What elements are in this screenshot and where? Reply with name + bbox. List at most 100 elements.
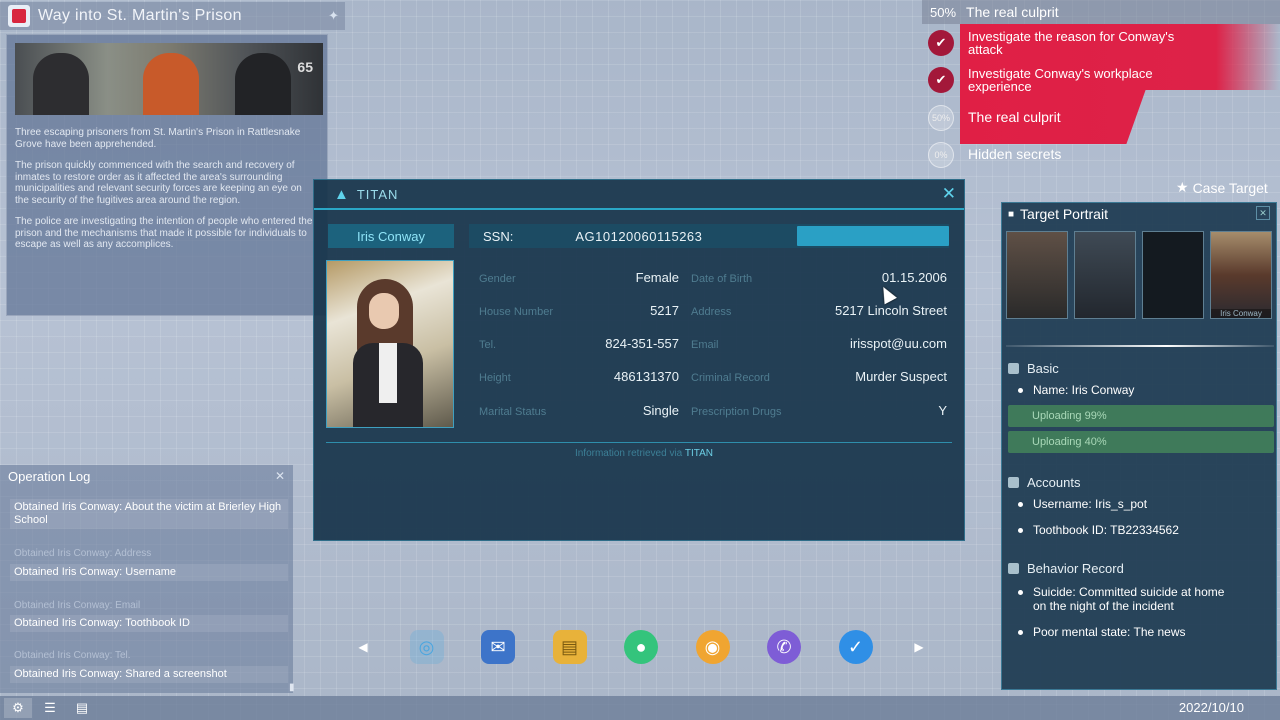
field-label: House Number — [479, 306, 553, 318]
pin-icon[interactable]: ✦ — [328, 8, 339, 24]
section-header[interactable]: Behavior Record — [1008, 557, 1274, 579]
objective-progress-badge: 0% — [928, 142, 954, 168]
upload-status: Uploading 99% — [1008, 405, 1274, 427]
field-label: Email — [691, 339, 719, 351]
field-value: 824-351-557 — [605, 336, 679, 351]
news-paragraph: The prison quickly commenced with the se… — [15, 160, 302, 206]
field-height: Height 486131370 — [479, 369, 679, 387]
dock-left-arrow-icon[interactable]: ◀ — [354, 640, 372, 654]
log-entry: Obtained Iris Conway: Address — [14, 548, 152, 559]
field-value: 01.15.2006 — [881, 270, 947, 285]
ssn-highlight-bar — [797, 226, 949, 246]
objective-progress-badge: 50% — [928, 105, 954, 131]
ssn-value: AG10120060115263 — [575, 228, 703, 244]
mail-app-icon[interactable]: ✉ — [481, 630, 515, 664]
field-label: Address — [691, 306, 732, 318]
scroll-caret-icon[interactable]: ▮ — [289, 682, 295, 693]
figure-prisoner — [143, 53, 199, 115]
section-title: Basic — [1027, 360, 1059, 376]
star-icon: ★ — [1176, 179, 1189, 195]
thumb-name: Iris Conway — [1211, 309, 1271, 318]
footer-link[interactable]: TITAN — [685, 448, 713, 459]
phone-app-icon[interactable]: ✆ — [767, 630, 801, 664]
field-value: 5217 Lincoln Street — [834, 303, 947, 318]
start-gear-icon[interactable]: ⚙ — [4, 698, 32, 718]
notes-app-icon[interactable]: ▤ — [552, 630, 587, 664]
field-gender: Gender Female — [479, 270, 679, 288]
section-header[interactable]: Basic — [1008, 357, 1274, 379]
field-marital-status: Marital Status Single — [479, 403, 679, 421]
ssn-row: SSN: AG10120060115263 — [469, 224, 949, 248]
field-value: Murder Suspect — [855, 369, 947, 384]
person-photo — [326, 260, 454, 428]
portrait-icon: ■ — [1008, 208, 1015, 220]
divider — [326, 442, 952, 443]
news-window: Way into St. Martin's Prison ✦ 65 Three … — [0, 0, 345, 316]
log-entry: Obtained Iris Conway: Username — [10, 564, 288, 581]
section-basic: Basic Name: Iris Conway Uploading 99% Up… — [1008, 357, 1274, 453]
close-icon[interactable]: ✕ — [942, 184, 956, 204]
case-target-label: Case Target — [1192, 179, 1268, 196]
search-app-icon[interactable]: ✓ — [838, 630, 873, 664]
target-thumb[interactable] — [1006, 231, 1068, 319]
objective-text: Investigate Conway's workplace experienc… — [968, 66, 1153, 94]
log-entry: Obtained Iris Conway: About the victim a… — [10, 499, 288, 529]
objective-item[interactable]: 0% Hidden secrets — [928, 142, 1188, 168]
objective-item[interactable]: 50% The real culprit — [928, 105, 1188, 131]
ssn-label: SSN: — [483, 228, 514, 244]
section-accounts: Accounts Username: Iris_s_pot Toothbook … — [1008, 471, 1274, 537]
bullet-icon — [1018, 630, 1023, 635]
objective-item[interactable]: ✔ Investigate Conway's workplace experie… — [928, 67, 1188, 93]
field-prescription-drugs: Prescription Drugs Y — [691, 403, 947, 421]
target-thumb[interactable] — [1074, 231, 1136, 319]
id-card-icon — [1008, 362, 1019, 374]
chat-app-icon[interactable]: ◉ — [695, 630, 730, 664]
app-name: TITAN — [356, 186, 399, 202]
list-icon[interactable]: ☰ — [36, 698, 64, 718]
log-entry: Obtained Iris Conway: Shared a screensho… — [10, 666, 288, 683]
operation-log-header: Operation Log ✕ — [0, 465, 293, 487]
case-header: 50% The real culprit — [922, 0, 1280, 24]
dock-right-arrow-icon[interactable]: ▶ — [910, 640, 928, 654]
field-value: Single — [642, 403, 679, 418]
document-icon[interactable]: ▤ — [68, 698, 96, 718]
target-portrait-title: Target Portrait — [1020, 206, 1108, 222]
taskbar: ⚙ ☰ ▤ 2022/10/10 — [0, 696, 1280, 720]
bullet-icon — [1018, 590, 1023, 595]
operation-log: Operation Log ✕ Obtained Iris Conway: Ab… — [0, 465, 295, 693]
upload-status: Uploading 40% — [1008, 431, 1274, 453]
case-target-link[interactable]: ★ Case Target — [1176, 179, 1268, 196]
info-item: Username: Iris_s_pot — [1018, 497, 1274, 511]
case-name: The real culprit — [966, 4, 1059, 20]
objective-text: Hidden secrets — [968, 146, 1062, 162]
target-portrait-panel: ■ Target Portrait ✕ Iris Conway Basic Na… — [1001, 202, 1277, 690]
figure-right — [235, 53, 291, 115]
objective-item[interactable]: ✔ Investigate the reason for Conway's at… — [928, 30, 1188, 56]
close-icon[interactable]: ✕ — [275, 469, 285, 483]
news-text: Three escaping prisoners from St. Martin… — [15, 127, 315, 261]
field-value: Female — [635, 270, 679, 285]
news-article: 65 Three escaping prisoners from St. Mar… — [6, 34, 328, 316]
target-thumb-selected[interactable]: Iris Conway — [1210, 231, 1272, 319]
app-dock: ◀ ◎ ✉ ▤ ● ◉ ✆ ✓ ▶ — [354, 626, 928, 668]
photo-face — [369, 293, 399, 329]
info-text: Poor mental state: The news mentioned a … — [1033, 625, 1190, 641]
info-text: Suicide: Committed suicide at home on th… — [1033, 585, 1225, 613]
check-icon: ✔ — [928, 30, 954, 56]
case-progress: 50% — [930, 4, 957, 20]
person-name-tab[interactable]: Iris Conway — [328, 224, 454, 248]
target-thumb[interactable] — [1142, 231, 1204, 319]
map-app-icon[interactable]: ● — [624, 630, 658, 664]
bullet-icon — [1018, 502, 1023, 507]
close-icon[interactable]: ✕ — [1256, 206, 1270, 220]
field-label: Height — [479, 372, 511, 384]
section-header[interactable]: Accounts — [1008, 471, 1274, 493]
field-value: 486131370 — [613, 369, 679, 384]
info-text: Name: Iris Conway — [1033, 383, 1135, 397]
browser-app-icon[interactable]: ◎ — [409, 630, 444, 664]
titan-logo-icon: ▲ — [334, 185, 349, 203]
field-label: Prescription Drugs — [691, 406, 782, 418]
target-thumbnails: Iris Conway — [1006, 231, 1276, 319]
field-email: Email irisspot@uu.com — [691, 336, 947, 354]
field-label: Tel. — [479, 339, 497, 351]
